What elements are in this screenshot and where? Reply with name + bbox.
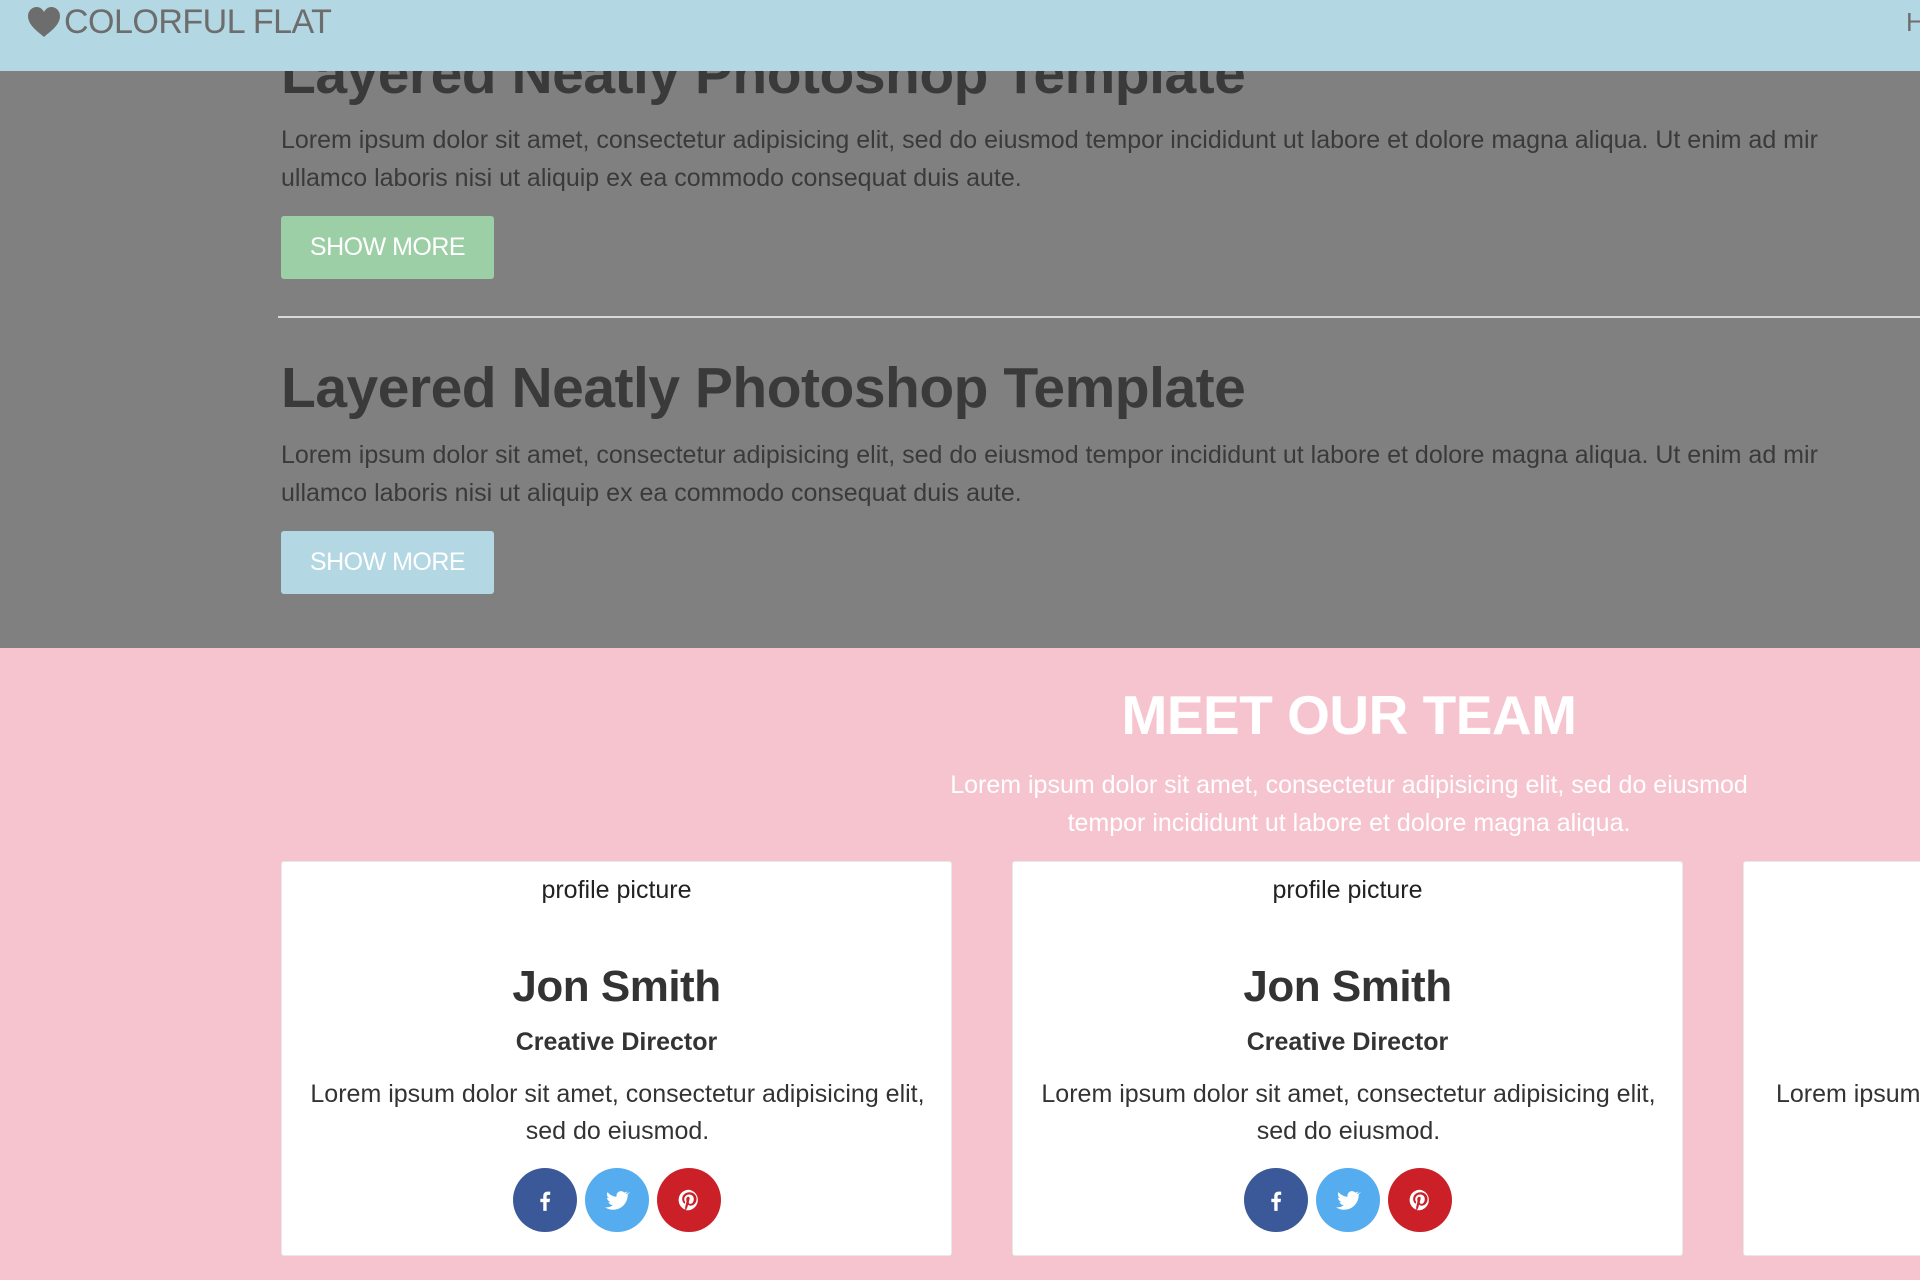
member-name: Jon Smith [512,962,721,1011]
member-bio: Lorem ipsum dolor sit amet, consectetur … [1041,1080,1656,1145]
pinterest-icon[interactable] [656,1168,721,1232]
member-bio: Lorem ipsum [1776,1080,1920,1108]
profile-picture: profile picture [1272,876,1423,904]
pinterest-icon[interactable] [1387,1168,1452,1232]
team-subtitle: Lorem ipsum dolor sit amet, consectetur … [950,771,1748,837]
twitter-icon[interactable] [584,1168,649,1232]
post-divider [278,316,1920,318]
post-text-line: ullamco laboris nisi ut aliquip ex ea co… [281,479,1022,507]
brand-logo[interactable]: COLORFUL FLAT [26,0,332,44]
twitter-icon[interactable] [1315,1168,1380,1232]
post-text-line: Lorem ipsum dolor sit amet, consectetur … [281,441,1818,469]
team-card-clipped: Lorem ipsum [1743,861,1920,1256]
social-links [282,1168,951,1232]
post-text-line: Lorem ipsum dolor sit amet, consectetur … [281,126,1818,154]
post-1-body: Lorem ipsum dolor sit amet, consectetur … [281,121,1920,197]
team-card: profile picture Jon Smith Creative Direc… [281,861,952,1256]
post-2-body: Lorem ipsum dolor sit amet, consectetur … [281,436,1920,512]
social-links [1013,1168,1682,1232]
facebook-icon[interactable] [1243,1168,1308,1232]
member-name: Jon Smith [1243,962,1452,1011]
navbar: COLORFUL FLAT H [0,0,1920,71]
show-more-button[interactable]: SHOW MORE [281,531,494,594]
post-2: Layered Neatly Photoshop Template [281,360,1920,417]
profile-picture: profile picture [541,876,692,904]
nav-link-label: H [1906,6,1920,37]
facebook-icon[interactable] [512,1168,577,1232]
member-role: Creative Director [515,1028,718,1056]
show-more-button[interactable]: SHOW MORE [281,216,494,279]
post-text-line: ullamco laboris nisi ut aliquip ex ea co… [281,164,1022,192]
team-card: profile picture Jon Smith Creative Direc… [1012,861,1683,1256]
brand-name: COLORFUL FLAT [64,2,332,41]
heart-icon [28,7,60,37]
posts-section: Layered Neatly Photoshop Template Lorem … [0,0,1920,648]
post-title: Layered Neatly Photoshop Template [281,356,1246,420]
member-bio: Lorem ipsum dolor sit amet, consectetur … [310,1080,925,1145]
nav-link-home[interactable]: H [1906,0,1920,44]
team-title: MEET OUR TEAM [1121,684,1577,746]
member-role: Creative Director [1246,1028,1449,1056]
